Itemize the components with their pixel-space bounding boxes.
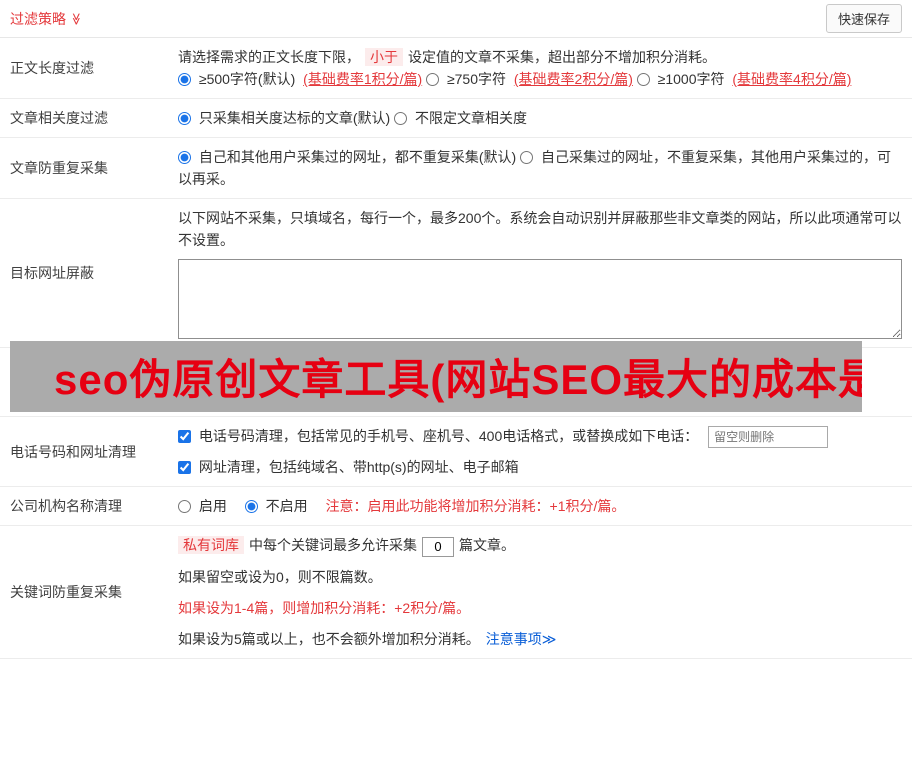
row-dedup-collection: 文章防重复采集 自己和其他用户采集过的网址，都不重复采集(默认) 自己采集过的网… xyxy=(0,138,912,199)
keyword-limit-suffix: 篇文章。 xyxy=(459,537,515,554)
radio-label: ≥500字符(默认) xyxy=(198,71,296,87)
checkbox-phone-cleanup[interactable]: 电话号码清理，包括常见的手机号、座机号、400电话格式，或替换成如下电话： xyxy=(178,428,702,444)
keyword-note-cost: 如果设为1-4篇，则增加积分消耗：+2积分/篇。 xyxy=(178,599,471,616)
radio-input-length-750[interactable] xyxy=(426,73,440,86)
content-length-desc: 请选择需求的正文长度下限， 小于 设定值的文章不采集，超出部分不增加积分消耗。 xyxy=(178,46,902,68)
radio-relevance-strict[interactable]: 只采集相关度达标的文章(默认) xyxy=(178,110,394,126)
row-content: 启用 不启用 注意：启用此功能将增加积分消耗：+1积分/篇。 xyxy=(178,487,912,525)
row-label-phone-url: 电话号码和网址清理 xyxy=(10,443,136,460)
radio-label: ≥1000字符 xyxy=(657,71,725,87)
checkbox-label: 网址清理，包括纯域名、带http(s)的网址、电子邮箱 xyxy=(198,459,519,476)
desc-text-pre: 请选择需求的正文长度下限， xyxy=(178,49,360,65)
company-warning: 注意：启用此功能将增加积分消耗：+1积分/篇。 xyxy=(325,498,626,515)
blocklist-desc: 以下网站不采集，只填域名，每行一个，最多200个。系统会自动识别并屏蔽那些非文章… xyxy=(178,210,902,248)
radio-length-750[interactable]: ≥750字符 (基础费率2积分/篇) xyxy=(426,71,637,87)
rate-text: (基础费率1积分/篇) xyxy=(303,71,423,87)
row-url-blocklist: 目标网址屏蔽 以下网站不采集，只填域名，每行一个，最多200个。系统会自动识别并… xyxy=(0,199,912,348)
keyword-count-input[interactable] xyxy=(422,536,454,557)
radio-input-dedup-self-only[interactable] xyxy=(520,151,534,164)
row-content-length-filter: 正文长度过滤 请选择需求的正文长度下限， 小于 设定值的文章不采集，超出部分不增加积… xyxy=(0,38,912,99)
rate-text: (基础费率2积分/篇) xyxy=(513,71,633,87)
radio-input-length-500[interactable] xyxy=(178,73,191,86)
rate-text: (基础费率4积分/篇) xyxy=(732,71,852,87)
checkbox-input-url-cleanup[interactable] xyxy=(178,461,191,475)
chevron-down-icon[interactable]: ≫ xyxy=(69,12,83,25)
topbar: 过滤策略 ≫ 快速保存 xyxy=(0,0,912,38)
row-content: 自己和其他用户采集过的网址，都不重复采集(默认) 自己采集过的网址，不重复采集，… xyxy=(178,138,912,198)
row-content: 电话号码清理，包括常见的手机号、座机号、400电话格式，或替换成如下电话： 网址… xyxy=(178,417,912,486)
watermark-text: seo伪原创文章工具(网站SEO最大的成本是 xyxy=(54,356,862,403)
checkbox-url-cleanup[interactable]: 网址清理，包括纯域名、带http(s)的网址、电子邮箱 xyxy=(178,459,519,475)
radio-company-off[interactable]: 不启用 xyxy=(244,498,312,515)
checkbox-label: 电话号码清理，包括常见的手机号、座机号、400电话格式，或替换成如下电话： xyxy=(198,428,699,444)
row-content: 请选择需求的正文长度下限， 小于 设定值的文章不采集，超出部分不增加积分消耗。 ≥5… xyxy=(178,38,912,98)
quick-save-button[interactable]: 快速保存 xyxy=(825,4,902,33)
keyword-note-zero: 如果留空或设为0，则不限篇数。 xyxy=(178,568,382,585)
row-label-keyword: 关键词防重复采集 xyxy=(10,583,122,600)
radio-dedup-global[interactable]: 自己和其他用户采集过的网址，都不重复采集(默认) xyxy=(178,149,520,165)
row-content: 私有词库中每个关键词最多允许采集 篇文章。 如果留空或设为0，则不限篇数。 如果设… xyxy=(178,526,912,657)
radio-input-company-off[interactable] xyxy=(244,500,258,514)
checkbox-input-phone-cleanup[interactable] xyxy=(178,430,191,443)
row-label-relevance: 文章相关度过滤 xyxy=(10,110,108,126)
row-relevance-filter: 文章相关度过滤 只采集相关度达标的文章(默认) 不限定文章相关度 xyxy=(0,99,912,138)
keyword-note-five: 如果设为5篇或以上，也不会额外增加积分消耗。 注意事项≫ xyxy=(178,628,902,650)
replacement-phone-input[interactable] xyxy=(708,426,829,449)
radio-input-relevance-any[interactable] xyxy=(394,112,408,125)
row-content: 以下网站不采集，只填域名，每行一个，最多200个。系统会自动识别并屏蔽那些非文章… xyxy=(178,199,912,347)
radio-company-on[interactable]: 启用 xyxy=(178,498,231,514)
keyword-limit-text: 中每个关键词最多允许采集 xyxy=(249,537,417,554)
radio-input-company-on[interactable] xyxy=(178,500,191,514)
row-keyword-dedup: 关键词防重复采集 私有词库中每个关键词最多允许采集 篇文章。 如果留空或设为0，则… xyxy=(0,526,912,659)
radio-input-relevance-strict[interactable] xyxy=(178,112,191,125)
radio-label: 不限定文章相关度 xyxy=(415,110,527,126)
row-label-content-length: 正文长度过滤 xyxy=(10,60,94,76)
radio-label: ≥750字符 xyxy=(446,71,506,87)
highlight-tag-private-lexicon: 私有词库 xyxy=(178,536,244,555)
radio-label: 启用 xyxy=(198,498,227,515)
radio-relevance-any[interactable]: 不限定文章相关度 xyxy=(394,110,527,126)
radio-label: 自己和其他用户采集过的网址，都不重复采集(默认) xyxy=(198,149,517,165)
page-title-text: 过滤策略 xyxy=(10,10,66,27)
highlight-tag-less-than: 小于 xyxy=(365,48,403,66)
radio-label: 不启用 xyxy=(265,498,308,515)
row-content: 只采集相关度达标的文章(默认) 不限定文章相关度 xyxy=(178,99,912,137)
row-company-cleanup: 公司机构名称清理 启用 不启用 注意：启用此功能将增加积分消耗：+1积分/篇。 xyxy=(0,487,912,527)
radio-length-1000[interactable]: ≥1000字符 (基础费率4积分/篇) xyxy=(636,71,852,87)
radio-length-500[interactable]: ≥500字符(默认) (基础费率1积分/篇) xyxy=(178,71,426,87)
row-label-blocklist: 目标网址屏蔽 xyxy=(10,265,94,281)
blocklist-textarea[interactable] xyxy=(178,259,902,339)
radio-label: 只采集相关度达标的文章(默认) xyxy=(198,110,391,126)
desc-text-post: 设定值的文章不采集，超出部分不增加积分消耗。 xyxy=(408,49,716,65)
watermark-overlay: seo伪原创文章工具(网站SEO最大的成本是 xyxy=(10,341,862,412)
page-title: 过滤策略 ≫ xyxy=(10,9,83,29)
note-text: 如果设为5篇或以上，也不会额外增加积分消耗。 xyxy=(178,630,480,647)
row-label-company: 公司机构名称清理 xyxy=(10,498,122,515)
radio-input-length-1000[interactable] xyxy=(636,73,650,86)
keyword-limit-line: 私有词库中每个关键词最多允许采集 篇文章。 xyxy=(178,534,902,557)
radio-input-dedup-global[interactable] xyxy=(178,151,191,164)
row-phone-url-cleanup: 电话号码和网址清理 电话号码清理，包括常见的手机号、座机号、400电话格式，或替… xyxy=(0,417,912,488)
notes-link[interactable]: 注意事项≫ xyxy=(486,631,557,647)
row-label-dedup: 文章防重复采集 xyxy=(10,160,108,176)
